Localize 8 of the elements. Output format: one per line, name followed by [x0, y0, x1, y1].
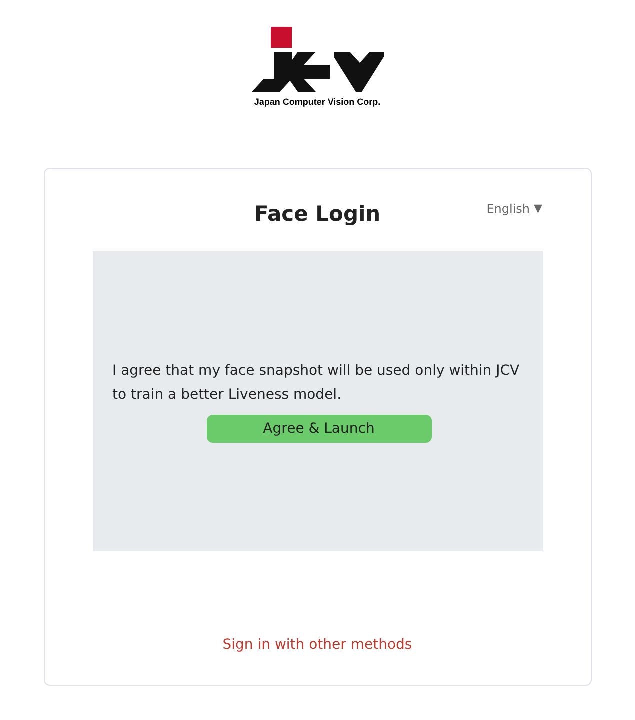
consent-text: I agree that my face snapshot will be used only within JCV to train a better Liveness model.	[112, 362, 521, 405]
card-title: Face Login	[254, 201, 381, 228]
language-selector[interactable]: English ▼	[486, 200, 542, 218]
other-methods-link[interactable]: Sign in with other methods	[222, 635, 412, 656]
agree-button[interactable]: Agree & Launch	[206, 415, 432, 443]
caret-icon: ▼	[534, 200, 542, 218]
logo-icon	[252, 27, 384, 93]
logo-tagline: Japan Computer Vision Corp.	[254, 96, 381, 108]
